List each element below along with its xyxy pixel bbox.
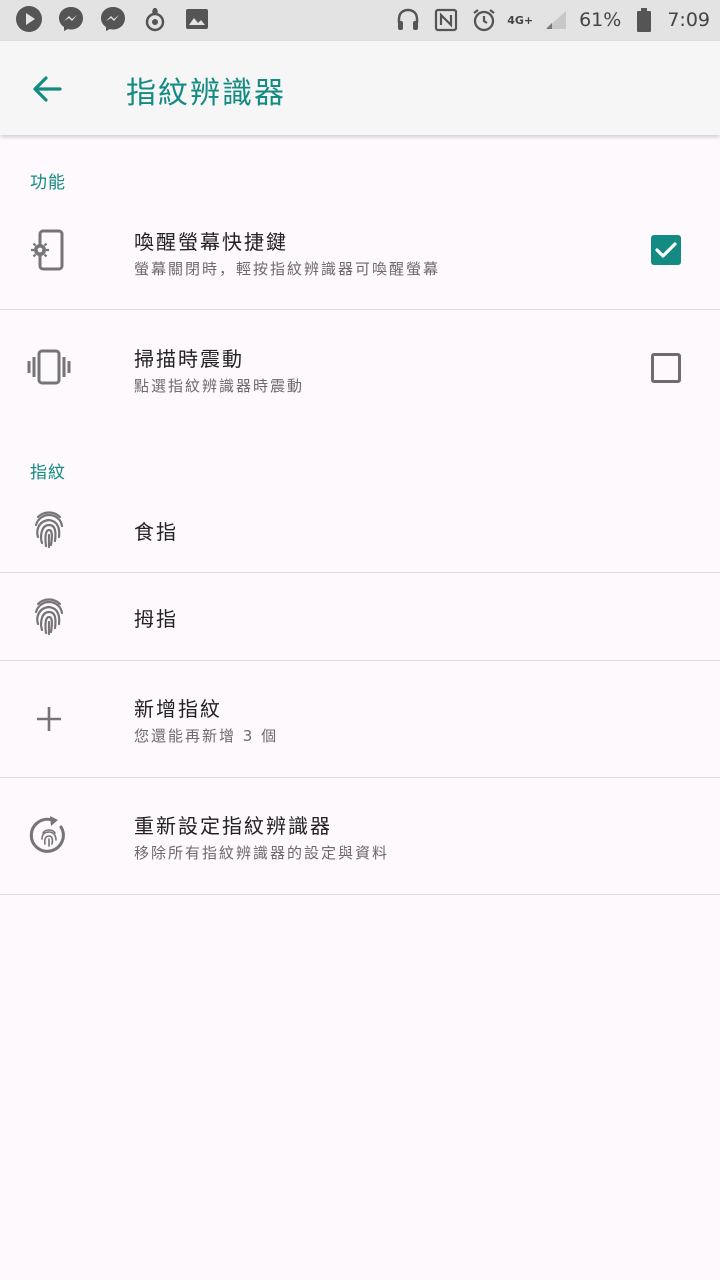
hotspot-icon <box>140 4 170 34</box>
fingerprint-name: 食指 <box>134 520 178 544</box>
section-header-fingerprints: 指紋 <box>30 463 66 483</box>
reset-fingerprint-item[interactable]: 重新設定指紋辨識器 移除所有指紋辨識器的設定與資料 <box>0 778 720 893</box>
system-icons: 4G+ 61% 7:09 <box>393 4 710 36</box>
battery-icon <box>629 5 659 35</box>
setting-title: 喚醒螢幕快捷鍵 <box>134 230 288 254</box>
setting-title: 掃描時震動 <box>134 347 244 371</box>
signal-icon <box>541 5 571 35</box>
headphones-icon <box>393 5 423 35</box>
check-icon <box>655 242 677 258</box>
battery-percent: 61% <box>579 9 622 31</box>
section-header-features: 功能 <box>30 173 66 193</box>
back-button[interactable] <box>28 69 68 109</box>
fingerprint-item[interactable]: 食指 <box>0 486 720 572</box>
add-fingerprint-title: 新增指紋 <box>134 697 222 721</box>
reset-subtitle: 移除所有指紋辨識器的設定與資料 <box>134 844 390 862</box>
phone-settings-icon <box>26 228 72 274</box>
wake-screen-checkbox[interactable] <box>651 235 681 265</box>
fingerprint-icon <box>26 593 72 639</box>
setting-wake-screen[interactable]: 喚醒螢幕快捷鍵 螢幕關閉時，輕按指紋辨識器可喚醒螢幕 <box>0 198 720 308</box>
setting-subtitle: 點選指紋辨識器時震動 <box>134 377 305 395</box>
image-icon <box>182 4 212 34</box>
setting-vibrate[interactable]: 掃描時震動 點選指紋辨識器時震動 <box>0 310 720 420</box>
notification-icons <box>14 4 212 34</box>
messenger-icon <box>98 4 128 34</box>
alarm-icon <box>469 5 499 35</box>
fingerprint-item[interactable]: 拇指 <box>0 573 720 659</box>
nfc-icon <box>431 5 461 35</box>
vibrate-checkbox[interactable] <box>651 353 681 383</box>
plus-icon <box>26 696 72 742</box>
vibration-icon <box>26 344 72 390</box>
messenger-icon <box>56 4 86 34</box>
network-type-label: 4G+ <box>507 13 534 27</box>
add-fingerprint-subtitle: 您還能再新增 3 個 <box>134 727 279 745</box>
divider <box>0 894 720 895</box>
add-fingerprint-item[interactable]: 新增指紋 您還能再新增 3 個 <box>0 661 720 776</box>
fingerprint-name: 拇指 <box>134 607 178 631</box>
setting-subtitle: 螢幕關閉時，輕按指紋辨識器可喚醒螢幕 <box>134 260 441 278</box>
arrow-left-icon <box>33 76 62 102</box>
page-title: 指紋辨識器 <box>126 76 286 111</box>
play-store-icon <box>14 4 44 34</box>
status-bar: 4G+ 61% 7:09 <box>0 0 720 41</box>
app-bar: 指紋辨識器 <box>0 41 720 135</box>
clock: 7:09 <box>667 9 710 31</box>
fingerprint-icon <box>26 506 72 552</box>
reset-title: 重新設定指紋辨識器 <box>134 814 332 838</box>
reset-fingerprint-icon <box>26 813 72 859</box>
